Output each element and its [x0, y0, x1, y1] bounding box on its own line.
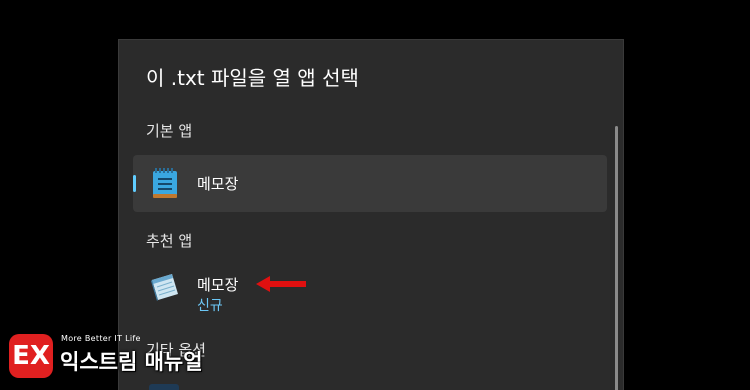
notepad-classic-icon: [148, 270, 182, 304]
recommended-app-notepad[interactable]: 메모장 신규: [133, 260, 607, 317]
recommended-apps-label: 추천 앱: [146, 232, 193, 250]
watermark-logo: EX: [9, 334, 53, 378]
default-apps-label: 기본 앱: [146, 122, 193, 140]
watermark-logo-text: EX: [12, 341, 50, 371]
dialog-title: 이 .txt 파일을 열 앱 선택: [146, 66, 359, 90]
default-app-notepad[interactable]: 메모장: [133, 155, 607, 212]
screenshot-stage: 이 .txt 파일을 열 앱 선택 기본 앱 메모장 추천 앱 메모장 신규 기…: [0, 0, 750, 390]
watermark-tagline: More Better IT Life: [61, 334, 141, 343]
watermark: EX More Better IT Life 익스트림 매뉴얼: [9, 331, 239, 383]
scrollbar[interactable]: [615, 120, 619, 390]
partial-app-icon: [149, 384, 179, 390]
watermark-name: 익스트림 매뉴얼: [60, 350, 203, 374]
new-badge: 신규: [197, 298, 223, 314]
recommended-app-name: 메모장: [197, 276, 239, 294]
default-app-name: 메모장: [197, 175, 239, 193]
notepad-new-icon: [148, 166, 182, 200]
selection-indicator: [133, 175, 136, 192]
red-arrow-left-icon: [256, 276, 306, 292]
scrollbar-thumb[interactable]: [615, 126, 618, 390]
